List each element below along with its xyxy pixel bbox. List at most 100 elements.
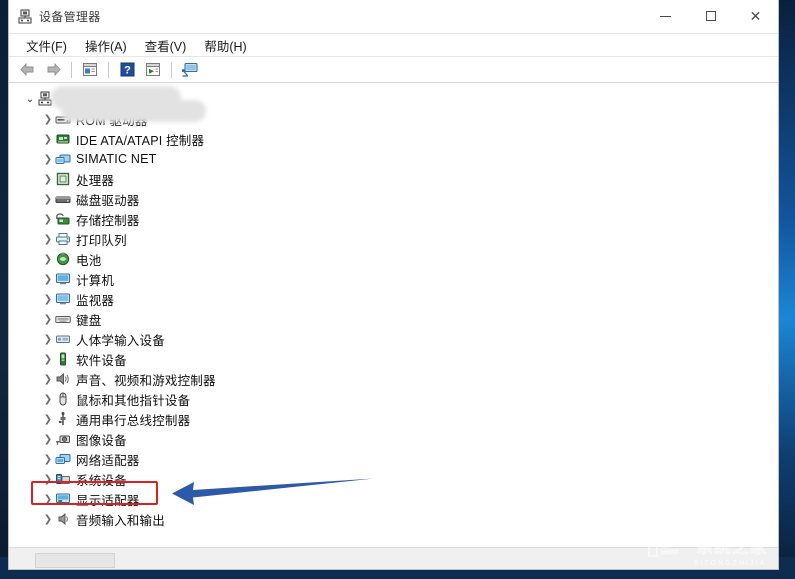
tree-item-label: 网络适配器 (76, 453, 140, 468)
chevron-right-icon[interactable]: ❯ (41, 454, 55, 465)
tree-item-label: ROM 驱动器 (76, 113, 148, 128)
chevron-right-icon[interactable]: ❯ (41, 394, 55, 405)
tree-item-label: 鼠标和其他指针设备 (76, 393, 191, 408)
chevron-right-icon[interactable]: ❯ (41, 214, 55, 225)
tree-item-label: 电池 (76, 253, 102, 268)
tree-item-ide-controller[interactable]: ❯ IDE ATA/ATAPI 控制器 (9, 129, 778, 149)
tree-item-processor[interactable]: ❯ 处理器 (9, 169, 778, 189)
tree-item-network-adapter[interactable]: ❯ 网络适配器 (9, 449, 778, 469)
back-arrow-icon[interactable] (15, 59, 39, 81)
tree-item-print-queue[interactable]: ❯ 打印队列 (9, 229, 778, 249)
chevron-right-icon[interactable]: ❯ (41, 134, 55, 145)
device-tree[interactable]: ⌄ ❯ ROM 驱动器 ❯ IDE ATA/ATAPI 控制器 ❯ SIMATI… (9, 83, 778, 547)
tree-item-software-device[interactable]: ❯ 软件设备 (9, 349, 778, 369)
chevron-right-icon[interactable]: ❯ (41, 254, 55, 265)
chevron-right-icon[interactable]: ❯ (41, 494, 55, 505)
tree-item-label: IDE ATA/ATAPI 控制器 (76, 133, 205, 148)
tree-root-node[interactable]: ⌄ (9, 89, 778, 109)
tree-item-sound-video-game[interactable]: ❯ 声音、视频和游戏控制器 (9, 369, 778, 389)
chevron-right-icon[interactable]: ❯ (41, 274, 55, 285)
tree-item-label: 监视器 (76, 293, 115, 308)
watermark-subtext: XITONGZHIJIA (693, 560, 766, 567)
tree-item-label: 磁盘驱动器 (76, 193, 140, 208)
processor-icon (55, 171, 71, 187)
tree-item-dvd-rom[interactable]: ❯ ROM 驱动器 (9, 109, 778, 129)
update-driver-icon[interactable] (141, 59, 165, 81)
chevron-right-icon[interactable]: ❯ (41, 474, 55, 485)
tree-item-audio-io[interactable]: ❯ 音频输入和输出 (9, 509, 778, 529)
mouse-icon (55, 391, 71, 407)
menu-action[interactable]: 操作(A) (76, 34, 136, 57)
menu-view[interactable]: 查看(V) (136, 34, 196, 57)
chevron-right-icon[interactable]: ❯ (41, 374, 55, 385)
chevron-right-icon[interactable]: ❯ (41, 194, 55, 205)
network-node-icon (55, 151, 71, 167)
status-indicator (35, 553, 115, 568)
toolbar-separator-1 (71, 61, 72, 78)
chevron-right-icon[interactable]: ❯ (41, 294, 55, 305)
chevron-right-icon[interactable]: ❯ (41, 514, 55, 525)
printer-icon (55, 231, 71, 247)
tree-item-hid[interactable]: ❯ 人体学输入设备 (9, 329, 778, 349)
tree-item-system-device[interactable]: ❯ 系统设备 (9, 469, 778, 489)
close-icon: ✕ (749, 8, 762, 24)
tree-item-imaging-device[interactable]: ❯ 图像设备 (9, 429, 778, 449)
tree-item-mouse[interactable]: ❯ 鼠标和其他指针设备 (9, 389, 778, 409)
tree-item-disk-drive[interactable]: ❯ 磁盘驱动器 (9, 189, 778, 209)
properties-icon[interactable] (78, 59, 102, 81)
help-icon[interactable]: ? (115, 59, 139, 81)
keyboard-icon (55, 311, 71, 327)
forward-arrow-icon[interactable] (41, 59, 65, 81)
status-bar (9, 547, 778, 569)
tree-item-label: 键盘 (76, 313, 102, 328)
computer-icon (55, 271, 71, 287)
tree-item-label: 存储控制器 (76, 213, 140, 228)
chevron-right-icon[interactable]: ❯ (41, 114, 55, 125)
system-device-icon (55, 471, 71, 487)
hid-icon (55, 331, 71, 347)
tree-item-label: 图像设备 (76, 433, 127, 448)
sound-video-game-icon (55, 371, 71, 387)
ide-controller-icon (55, 131, 71, 147)
chevron-right-icon[interactable]: ❯ (41, 434, 55, 445)
audio-io-icon (55, 511, 71, 527)
tree-item-battery[interactable]: ❯ 电池 (9, 249, 778, 269)
toolbar: ? (9, 57, 778, 83)
minimize-icon (660, 15, 671, 17)
computer-root-icon (37, 91, 53, 107)
scan-hardware-changes-icon[interactable] (178, 59, 202, 81)
minimize-button[interactable] (643, 0, 688, 32)
tree-item-label: 计算机 (76, 273, 115, 288)
tree-item-keyboard[interactable]: ❯ 键盘 (9, 309, 778, 329)
chevron-right-icon[interactable]: ❯ (41, 234, 55, 245)
close-button[interactable]: ✕ (733, 0, 778, 32)
chevron-right-icon[interactable]: ❯ (41, 334, 55, 345)
menu-help[interactable]: 帮助(H) (195, 34, 255, 57)
tree-item-label: 处理器 (76, 173, 115, 188)
menu-file[interactable]: 文件(F) (17, 34, 76, 57)
svg-text:?: ? (124, 65, 131, 77)
chevron-right-icon[interactable]: ❯ (41, 154, 55, 165)
tree-item-label: 显示适配器 (76, 493, 140, 508)
battery-icon (55, 251, 71, 267)
tree-item-storage-controller[interactable]: ❯ 存储控制器 (9, 209, 778, 229)
tree-item-simatic-net[interactable]: ❯ SIMATIC NET (9, 149, 778, 169)
tree-item-label: 系统设备 (76, 473, 127, 488)
tree-item-label: 软件设备 (76, 353, 127, 368)
imaging-device-icon (55, 431, 71, 447)
chevron-right-icon[interactable]: ❯ (41, 174, 55, 185)
tree-item-computer[interactable]: ❯ 计算机 (9, 269, 778, 289)
display-adapter-icon (55, 491, 71, 507)
chevron-right-icon[interactable]: ❯ (41, 314, 55, 325)
tree-item-usb-controller[interactable]: ❯ 通用串行总线控制器 (9, 409, 778, 429)
tree-item-monitor[interactable]: ❯ 监视器 (9, 289, 778, 309)
chevron-right-icon[interactable]: ❯ (41, 414, 55, 425)
chevron-down-icon[interactable]: ⌄ (23, 94, 37, 105)
tree-item-display-adapter[interactable]: ❯ 显示适配器 (9, 489, 778, 509)
maximize-button[interactable] (688, 0, 733, 32)
software-device-icon (55, 351, 71, 367)
toolbar-separator-3 (171, 61, 172, 78)
chevron-right-icon[interactable]: ❯ (41, 354, 55, 365)
tree-item-label: 声音、视频和游戏控制器 (76, 373, 216, 388)
network-adapter-icon (55, 451, 71, 467)
